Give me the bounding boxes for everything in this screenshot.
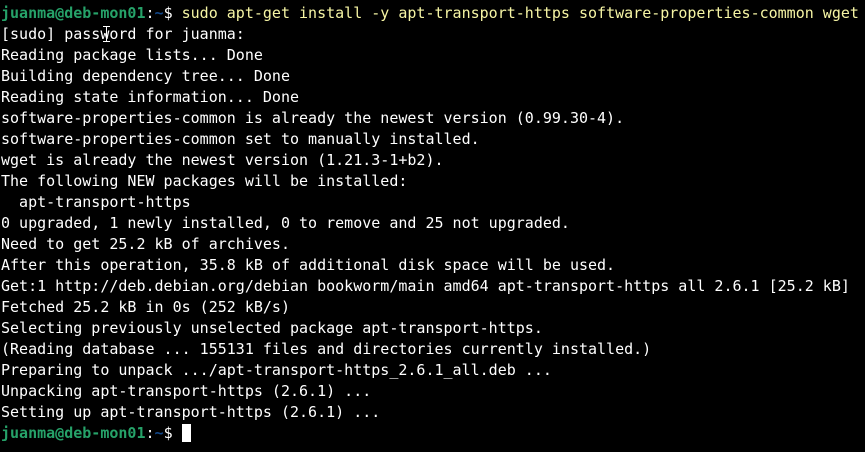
output-line: [sudo] password for juanma: (1, 25, 245, 43)
output-line: The following NEW packages will be insta… (1, 172, 408, 190)
prompt-separator: : (145, 424, 155, 442)
output-line: Setting up apt-transport-https (2.6.1) .… (1, 403, 381, 421)
terminal-window[interactable]: juanma@deb-mon01:~$ sudo apt-get install… (0, 0, 865, 452)
output-line: Get:1 http://deb.debian.org/debian bookw… (1, 277, 850, 295)
output-line: wget is already the newest version (1.21… (1, 151, 444, 169)
output-line: Reading package lists... Done (1, 46, 263, 64)
text-cursor (181, 424, 191, 442)
output-line: After this operation, 35.8 kB of additio… (1, 256, 616, 274)
output-line: apt-transport-https (1, 193, 191, 211)
output-line: (Reading database ... 155131 files and d… (1, 340, 652, 358)
output-line: Reading state information... Done (1, 88, 300, 106)
output-line: Unpacking apt-transport-https (2.6.1) ..… (1, 382, 372, 400)
output-line: Selecting previously unselected package … (1, 319, 543, 337)
prompt-sign: $ (163, 424, 182, 442)
ibeam-pointer-icon (103, 26, 110, 42)
output-line: 0 upgraded, 1 newly installed, 0 to remo… (1, 214, 570, 232)
active-prompt-line[interactable]: juanma@deb-mon01:~$ (0, 423, 865, 444)
output-line: Preparing to unpack .../apt-transport-ht… (1, 361, 552, 379)
prompt-path: ~ (154, 424, 164, 442)
output-line: software-properties-common is already th… (1, 109, 625, 127)
command-line: juanma@deb-mon01:~$ sudo apt-get install… (0, 3, 865, 24)
output-line: Fetched 25.2 kB in 0s (252 kB/s) (1, 298, 290, 316)
output-line: Building dependency tree... Done (1, 67, 290, 85)
prompt-path: ~ (154, 4, 164, 22)
command-text: sudo apt-get install -y apt-transport-ht… (181, 4, 859, 22)
output-line: software-properties-common set to manual… (1, 130, 480, 148)
prompt-separator: : (145, 4, 155, 22)
output-line: Need to get 25.2 kB of archives. (1, 235, 290, 253)
prompt-user-host: juanma@deb-mon01 (1, 424, 146, 442)
prompt-sign: $ (163, 4, 182, 22)
prompt-user-host: juanma@deb-mon01 (1, 4, 146, 22)
